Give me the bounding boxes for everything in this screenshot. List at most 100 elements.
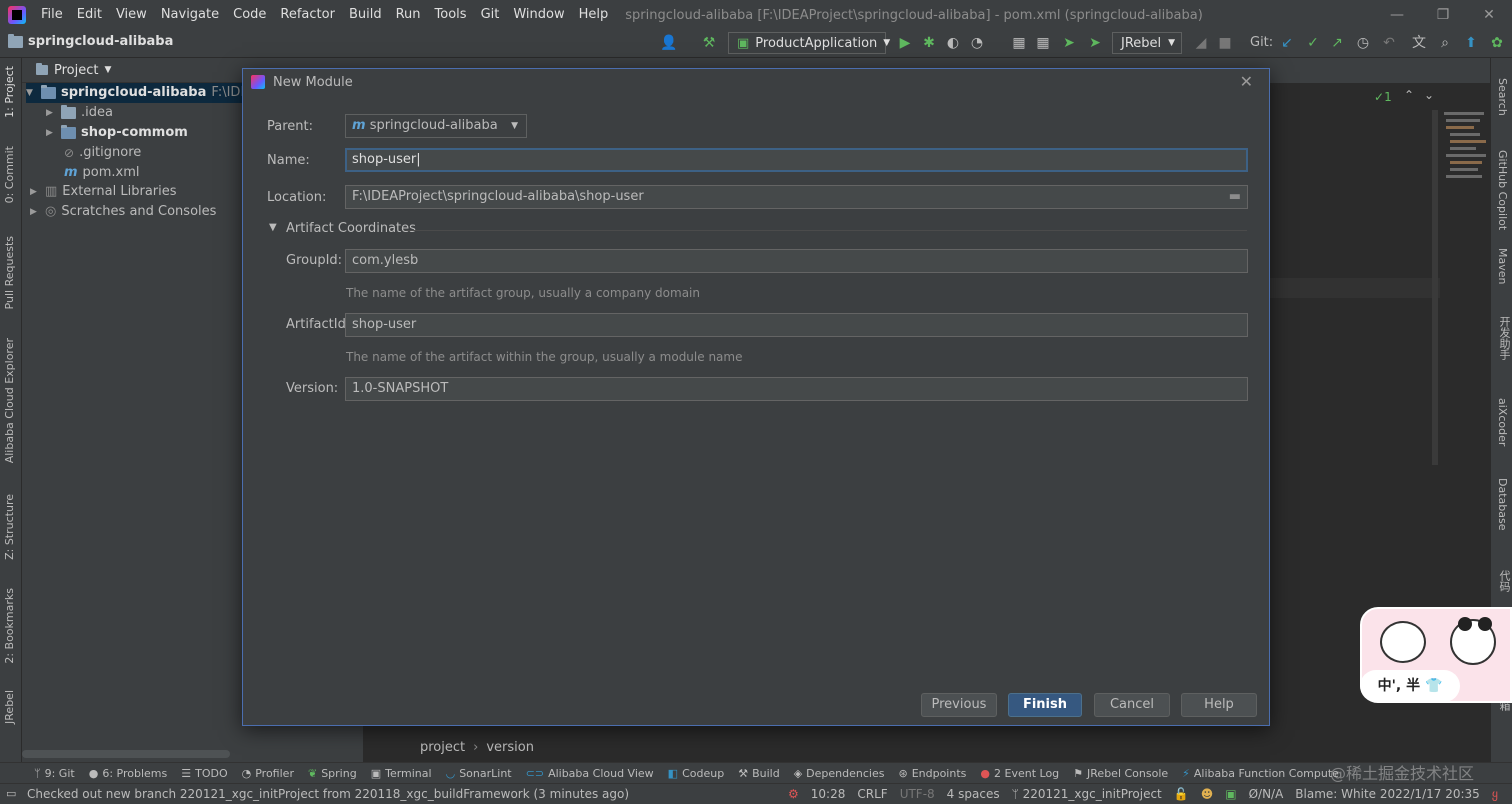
git-branch[interactable]: ᛘ 220121_xgc_initProject [1012,787,1162,801]
breadcrumb-project[interactable]: project [420,740,465,755]
parent-select[interactable]: m springcloud-alibaba ▼ [345,114,527,138]
tree-item-pom[interactable]: m pom.xml [64,163,140,183]
debug-icon[interactable]: ✱ [920,34,938,52]
tree-item-external-libraries[interactable]: ▶ ▥ External Libraries [30,182,177,202]
tool-code[interactable]: 代码 [1496,570,1512,592]
attach-icon[interactable]: ◢ [1192,34,1210,52]
tool-problems[interactable]: ● 6: Problems [89,767,168,780]
inspection-ok-icon[interactable]: ✓1 [1374,90,1392,104]
tool-structure[interactable]: Z: Structure [3,494,16,560]
cancel-button[interactable]: Cancel [1094,693,1170,717]
tree-item-idea[interactable]: ▶ .idea [46,103,113,123]
tool-maven[interactable]: Maven [1496,248,1509,284]
indent-setting[interactable]: 4 spaces [947,787,1000,801]
tool-project[interactable]: 1: Project [3,66,16,118]
stop-icon[interactable]: ■ [1216,34,1234,52]
tool-jrebel[interactable]: JRebel [3,690,16,724]
menu-navigate[interactable]: Navigate [154,0,226,30]
tool-event-log[interactable]: ● 2 Event Log [980,767,1059,780]
tool-jrebel-console[interactable]: ⚑ JRebel Console [1073,767,1168,780]
collapse-arrow-icon[interactable]: ▼ [269,222,277,233]
name-input[interactable]: shop-user| [345,148,1248,172]
chevron-up-icon[interactable]: ⌃ [1404,88,1414,102]
ime-status-text[interactable]: 中', 半 👕 [1360,670,1460,702]
restore-icon[interactable]: ❐ [1420,0,1466,30]
menu-build[interactable]: Build [342,0,389,30]
finish-button[interactable]: Finish [1008,693,1082,717]
location-input[interactable]: F:\IDEAProject\springcloud-alibaba\shop-… [345,185,1248,209]
jrebel-select[interactable]: JRebel ▼ [1112,32,1182,54]
tool-terminal[interactable]: ▣ Terminal [371,767,432,780]
git-update-icon[interactable]: ↙ [1278,34,1296,52]
artifact-section-header[interactable]: Artifact Coordinates [286,221,416,236]
status-toggle-icon[interactable]: ▭ [6,787,16,800]
tool-database[interactable]: Database [1496,478,1509,531]
chevron-down-icon[interactable]: ⌄ [1424,88,1434,102]
tree-item-gitignore[interactable]: ⊘ .gitignore [64,143,141,163]
search-icon[interactable]: ⌕ [1436,34,1454,52]
user-icon[interactable]: 👤 [660,34,678,52]
menu-view[interactable]: View [109,0,154,30]
close-window-icon[interactable]: ✕ [1466,0,1512,30]
tool-alibaba-cloud-explorer[interactable]: Alibaba Cloud Explorer [3,338,16,463]
tool-spring[interactable]: ❦ Spring [308,767,357,780]
previous-button[interactable]: Previous [921,693,997,717]
editor-scrollbar[interactable] [1432,110,1438,465]
tool-endpoints[interactable]: ⊛ Endpoints [898,767,966,780]
history-icon[interactable]: ◷ [1354,34,1372,52]
tool-commit[interactable]: 0: Commit [3,146,16,203]
minimize-icon[interactable]: — [1374,0,1420,30]
code-minimap[interactable] [1440,110,1490,220]
warning-icon[interactable]: ☻ [1201,787,1214,801]
menu-run[interactable]: Run [389,0,428,30]
rollback-icon[interactable]: ↶ [1380,34,1398,52]
tree-item-scratches[interactable]: ▶ ◎ Scratches and Consoles [30,202,216,222]
tool-sonarlint[interactable]: ◡ SonarLint [446,767,512,780]
update-icon[interactable]: ⬆ [1462,34,1480,52]
groupid-input[interactable]: com.ylesb [345,249,1248,273]
tool-build[interactable]: ⚒ Build [738,767,780,780]
git-push-icon[interactable]: ↗ [1328,34,1346,52]
hammer-icon[interactable]: ⚒ [700,34,718,52]
project-scrollbar[interactable] [22,750,230,758]
project-breadcrumb[interactable]: springcloud-alibaba [8,33,173,49]
tool-bookmarks[interactable]: 2: Bookmarks [3,588,16,664]
menu-help[interactable]: Help [572,0,616,30]
translate-icon[interactable]: 文 [1410,34,1428,52]
coverage-icon[interactable]: ◐ [944,34,962,52]
aixcoder-status-icon[interactable]: ⚙ [788,787,799,801]
run-icon[interactable]: ▶ [896,34,914,52]
menu-file[interactable]: File [34,0,70,30]
browse-folder-icon[interactable]: ▬ [1229,186,1241,208]
terminal-status-icon[interactable]: ▣ [1225,787,1236,801]
tool-codeup[interactable]: ◧ Codeup [668,767,725,780]
close-icon[interactable]: ✕ [1240,72,1253,91]
tool-git[interactable]: ᛘ 9: Git [34,767,75,780]
run-config-select[interactable]: ▣ ProductApplication ▼ [728,32,890,54]
menu-tools[interactable]: Tools [428,0,474,30]
tool-aixcoder[interactable]: aiXcoder [1496,398,1509,446]
tree-item-shop-commom[interactable]: ▶ shop-commom [46,123,188,143]
jrebel-run-icon[interactable]: ➤ [1060,34,1078,52]
tool-search[interactable]: Search [1496,78,1509,116]
breadcrumb-version[interactable]: version [486,740,534,755]
lock-icon[interactable]: 🔓 [1174,787,1189,801]
tool-dependencies[interactable]: ◈ Dependencies [794,767,885,780]
jrebel-debug-icon[interactable]: ➤ [1086,34,1104,52]
file-encoding[interactable]: UTF-8 [900,787,935,801]
status-message[interactable]: Checked out new branch 220121_xgc_initPr… [27,787,629,801]
plugin-icon[interactable]: ✿ [1488,34,1506,52]
tool-alibaba-function-compute[interactable]: ⚡ Alibaba Function Compute [1182,767,1339,780]
tool-github-copilot[interactable]: GitHub Copilot [1496,150,1509,230]
menu-refactor[interactable]: Refactor [273,0,342,30]
tool-dev-helper[interactable]: 开发助手 [1496,316,1512,360]
version-input[interactable]: 1.0-SNAPSHOT [345,377,1248,401]
caret-position[interactable]: 10:28 [811,787,846,801]
menu-code[interactable]: Code [226,0,273,30]
profile-icon[interactable]: ◔ [968,34,986,52]
na-status[interactable]: Ø/N/A [1249,787,1284,801]
jrebel-status-icon[interactable]: ყ [1492,787,1498,801]
menu-edit[interactable]: Edit [70,0,109,30]
blame-info[interactable]: Blame: White 2022/1/17 20:35 [1295,787,1479,801]
tool-alibaba-cloud-view[interactable]: ⊂⊃ Alibaba Cloud View [526,767,654,780]
